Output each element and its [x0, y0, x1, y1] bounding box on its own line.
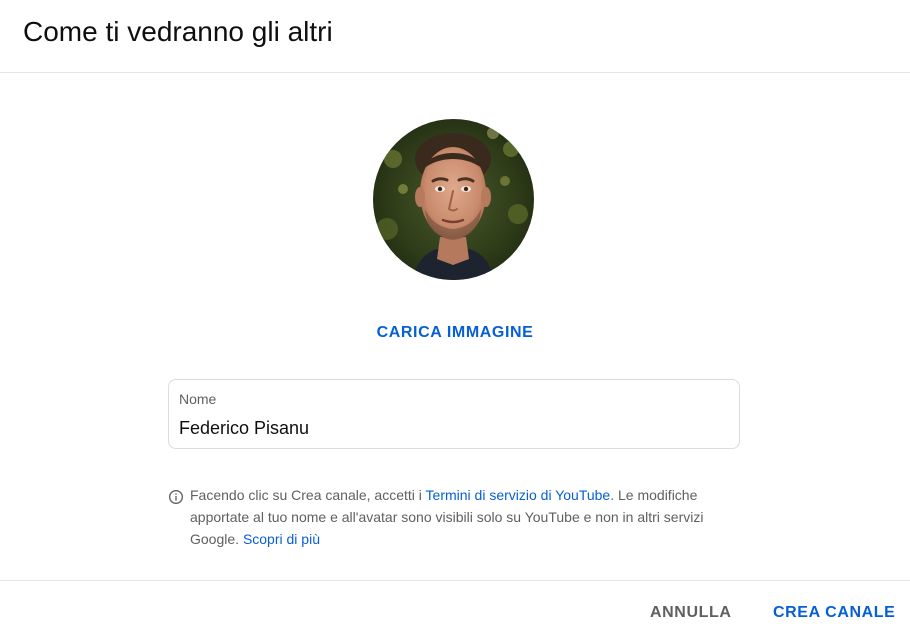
notice-text: Facendo clic su Crea canale, accetti i T…	[190, 484, 728, 550]
avatar-photo	[373, 119, 534, 280]
dialog-header: Come ti vedranno gli altri	[0, 0, 910, 73]
learn-more-link[interactable]: Scopri di più	[243, 531, 320, 547]
notice-text-before: Facendo clic su Crea canale, accetti i	[190, 487, 426, 503]
upload-image-button[interactable]: CARICA IMMAGINE	[0, 320, 910, 346]
avatar	[373, 119, 534, 280]
name-field-label: Nome	[179, 391, 217, 407]
name-field[interactable]: Nome	[168, 379, 740, 449]
terms-notice: Facendo clic su Crea canale, accetti i T…	[168, 484, 728, 550]
dialog-title: Come ti vedranno gli altri	[23, 16, 333, 47]
create-channel-button[interactable]: CREA CANALE	[773, 603, 895, 623]
terms-of-service-link[interactable]: Termini di servizio di YouTube	[426, 487, 611, 503]
dialog-footer: ANNULLA CREA CANALE	[0, 580, 910, 642]
info-icon	[169, 490, 183, 504]
name-input[interactable]	[179, 416, 729, 440]
cancel-button[interactable]: ANNULLA	[650, 603, 732, 623]
create-channel-dialog: Come ti vedranno gli altri CARICA IMMAGI…	[0, 0, 910, 642]
